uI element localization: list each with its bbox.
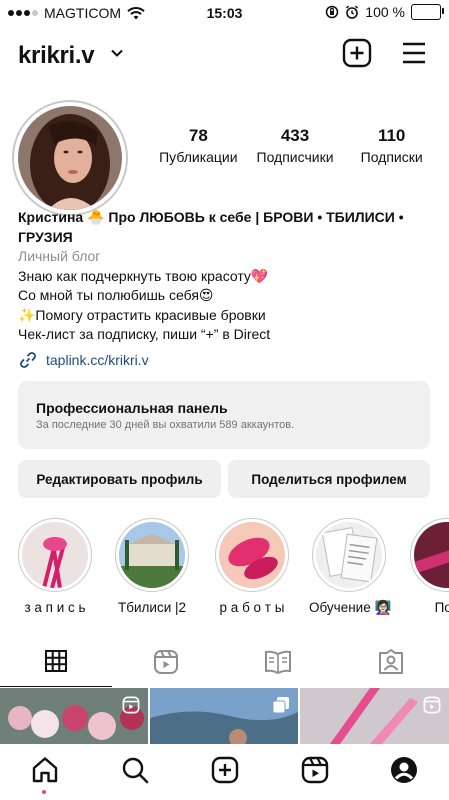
- create-icon[interactable]: [211, 756, 239, 784]
- post-thumbnail[interactable]: [300, 688, 449, 744]
- highlight-label: р а б о т ы: [219, 600, 285, 615]
- highlight-item[interactable]: Пол: [407, 518, 449, 615]
- professional-dashboard[interactable]: Профессиональная панель За последние 30 …: [18, 381, 430, 449]
- username[interactable]: krikri.v: [18, 42, 95, 70]
- highlight-cover: [316, 522, 382, 588]
- tagged-icon[interactable]: [378, 649, 404, 675]
- posts-count[interactable]: 78 Публикации: [150, 126, 247, 165]
- highlight-label: з а п и с ь: [24, 600, 86, 615]
- profile-tabs: [0, 645, 449, 687]
- create-post-icon[interactable]: [342, 38, 372, 68]
- highlight-label: Обучение 👩🏻‍🏫: [309, 600, 392, 615]
- stat-label: Подписки: [360, 149, 423, 165]
- highlight-item[interactable]: з а п и с ь: [15, 518, 95, 615]
- search-icon[interactable]: [121, 756, 149, 784]
- rotation-lock-icon: [325, 5, 339, 19]
- alarm-icon: [346, 5, 359, 19]
- post-thumbnail[interactable]: [0, 688, 148, 744]
- chevron-down-icon[interactable]: [110, 46, 124, 60]
- dashboard-subtitle: За последние 30 дней вы охватили 589 акк…: [36, 419, 295, 431]
- bottom-navigation: [0, 744, 449, 800]
- bio-line: Знаю как подчеркнуть твою красоту💖: [18, 267, 269, 284]
- highlight-cover: [219, 522, 285, 588]
- reel-badge-icon: [423, 696, 441, 714]
- reel-badge-icon: [122, 696, 140, 714]
- highlight-item[interactable]: р а б о т ы: [212, 518, 292, 615]
- category-label: Личный блог: [18, 248, 101, 264]
- link-icon: [20, 352, 36, 368]
- profile-nav-icon[interactable]: [390, 756, 418, 784]
- highlight-label: Тбилиси |2: [118, 600, 186, 615]
- following-count[interactable]: 110 Подписки: [343, 126, 440, 165]
- posts-grid: [0, 688, 449, 744]
- post-thumbnail[interactable]: [150, 688, 298, 744]
- highlight-label: Пол: [434, 600, 449, 615]
- highlight-cover: [414, 522, 449, 588]
- stat-value: 433: [280, 126, 310, 145]
- share-profile-button[interactable]: Поделиться профилем: [228, 460, 430, 498]
- stat-label: Публикации: [159, 149, 238, 165]
- battery-percent: 100 %: [365, 4, 405, 20]
- reels-nav-icon[interactable]: [301, 756, 329, 784]
- stat-value: 110: [377, 126, 406, 145]
- bio-link[interactable]: taplink.cc/krikri.v: [18, 350, 149, 370]
- highlight-item[interactable]: Обучение 👩🏻‍🏫: [309, 518, 392, 616]
- carousel-badge-icon: [272, 697, 289, 714]
- bio-line: Со мной ты полюбишь себя😍: [18, 287, 214, 303]
- highlight-item[interactable]: Тбилиси |2: [112, 518, 192, 615]
- highlight-cover: [22, 522, 88, 588]
- profile-bio: Кристина 🐣 Про ЛЮБОВЬ к себе | БРОВИ • Т…: [18, 208, 443, 345]
- followers-count[interactable]: 433 Подписчики: [247, 126, 344, 165]
- battery-icon: [411, 4, 444, 20]
- home-icon[interactable]: [31, 756, 59, 784]
- guide-icon[interactable]: [264, 649, 292, 675]
- menu-icon[interactable]: [400, 40, 428, 66]
- avatar-photo: [18, 106, 122, 210]
- bio-line: ✨Помогу отрастить красивые бровки: [18, 306, 266, 323]
- edit-profile-button[interactable]: Редактировать профиль: [18, 460, 221, 498]
- story-highlights: з а п и с ь Тбилиси |2 р а б о т ы Обуче…: [0, 518, 449, 628]
- stat-value: 78: [188, 126, 208, 145]
- bio-line: Чек-лист за подписку, пиши “+” в Direct: [18, 326, 271, 342]
- highlight-cover: [119, 522, 185, 588]
- stat-label: Подписчики: [256, 149, 334, 165]
- notification-dot: [42, 790, 46, 794]
- display-name: Кристина 🐣 Про ЛЮБОВЬ к себе | БРОВИ • Т…: [18, 209, 404, 245]
- profile-header: krikri.v: [0, 30, 449, 80]
- grid-icon[interactable]: [44, 649, 68, 673]
- active-tab-indicator: [0, 686, 112, 687]
- status-bar: MAGTICOM 15:03 100 %: [0, 0, 449, 26]
- reels-icon[interactable]: [153, 649, 179, 675]
- profile-stats: 78 Публикации 433 Подписчики 110 Подписк…: [150, 126, 440, 165]
- link-text: taplink.cc/krikri.v: [46, 352, 149, 368]
- profile-avatar[interactable]: [12, 100, 128, 216]
- dashboard-title: Профессиональная панель: [36, 400, 228, 416]
